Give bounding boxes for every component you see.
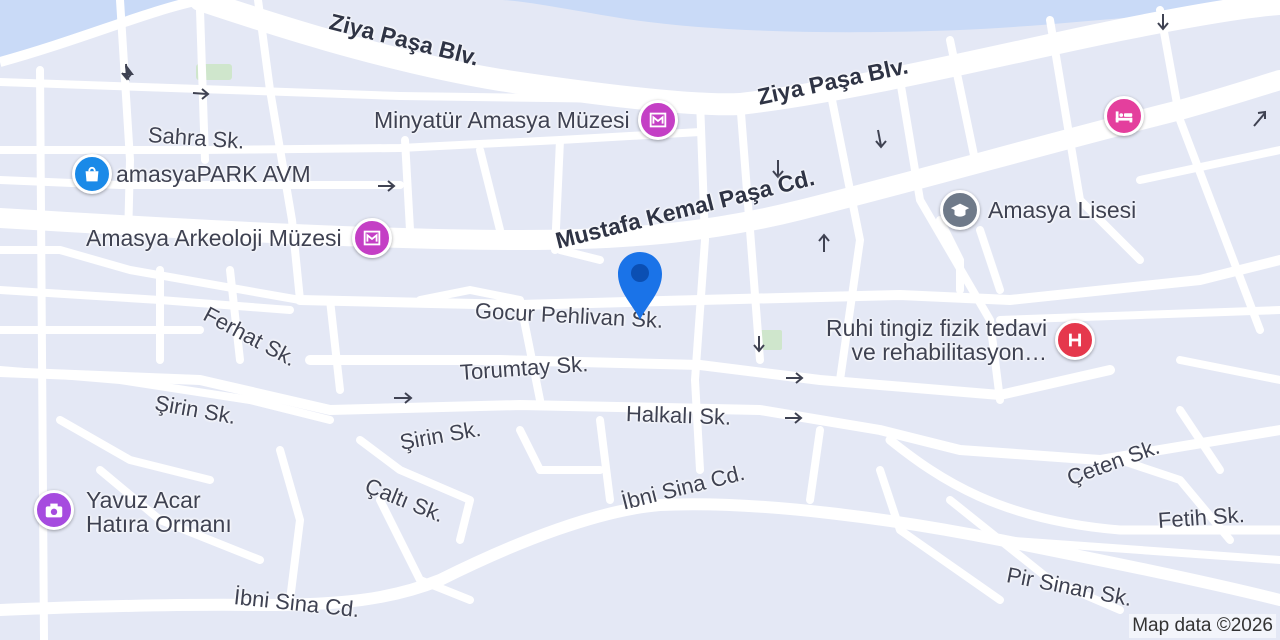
- poi-label-line-2: ve rehabilitasyon…: [851, 339, 1048, 366]
- camera-icon: [34, 490, 74, 530]
- poi-label: Amasya Lisesi: [988, 196, 1137, 223]
- poi-label: Amasya Arkeoloji Müzesi: [86, 224, 342, 251]
- location-pin-icon[interactable]: [614, 248, 666, 322]
- poi-label: Yavuz Acar Hatıra Ormanı: [86, 488, 232, 536]
- poi-label: Ruhi tingiz fizik tedavi ve rehabilitasy…: [826, 316, 1047, 364]
- poi-amasya-arkeoloji-muzesi[interactable]: Amasya Arkeoloji Müzesi: [86, 218, 392, 258]
- poi-minyatur-amasya-muzesi[interactable]: Minyatür Amasya Müzesi: [374, 100, 678, 140]
- poi-label-line-2: Hatıra Ormanı: [86, 511, 232, 538]
- hospital-icon: [1055, 320, 1096, 360]
- road-label-halkali-sk: Halkalı Sk.: [625, 401, 732, 430]
- poi-label: amasyaPARK AVM: [116, 160, 311, 187]
- poi-hotel[interactable]: [1104, 96, 1144, 136]
- poi-label-line-1: Yavuz Acar: [86, 487, 201, 513]
- poi-yavuz-acar-hatira-ormani[interactable]: Yavuz Acar Hatıra Ormanı: [34, 488, 232, 536]
- school-icon: [940, 190, 980, 230]
- poi-label: Minyatür Amasya Müzesi: [374, 106, 630, 133]
- museum-icon: [637, 100, 678, 140]
- poi-amasyapark-avm[interactable]: amasyaPARK AVM: [72, 154, 311, 194]
- hotel-bed-icon: [1104, 96, 1144, 136]
- poi-amasya-lisesi[interactable]: Amasya Lisesi: [940, 190, 1136, 230]
- shopping-bag-icon: [72, 154, 112, 194]
- poi-label-line-1: Ruhi tingiz fizik tedavi: [826, 315, 1048, 341]
- road-label-fetih-sk: Fetih Sk.: [1157, 501, 1246, 533]
- map-attribution[interactable]: Map data ©2026: [1129, 614, 1276, 638]
- museum-icon: [351, 218, 392, 258]
- poi-ruhi-tingiz-fizik-tedavi[interactable]: Ruhi tingiz fizik tedavi ve rehabilitasy…: [826, 316, 1096, 364]
